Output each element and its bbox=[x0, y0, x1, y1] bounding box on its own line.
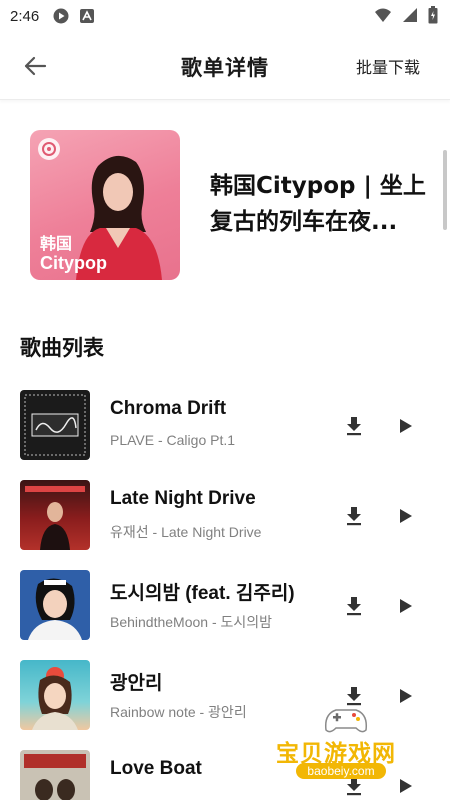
song-title: 광안리 bbox=[110, 673, 163, 694]
play-icon bbox=[400, 599, 412, 613]
battery-icon bbox=[428, 6, 438, 28]
download-button[interactable] bbox=[342, 594, 366, 618]
cover-label-line1: 韩国 bbox=[40, 234, 73, 253]
album-art bbox=[20, 750, 90, 800]
app-notification-icon bbox=[79, 8, 95, 24]
song-title: 도시의밤 (feat. 김주리) bbox=[110, 583, 295, 604]
download-icon bbox=[347, 597, 361, 616]
signal-icon bbox=[402, 7, 418, 27]
song-row[interactable]: Chroma Drift PLAVE - Caligo Pt.1 bbox=[0, 390, 440, 480]
download-icon bbox=[347, 507, 361, 526]
watermark: 宝贝游戏网 baobeiy.com bbox=[270, 700, 430, 790]
batch-download-button[interactable]: 批量下载 bbox=[356, 54, 420, 78]
status-time: 2:46 bbox=[10, 7, 40, 25]
watermark-url: baobeiy.com bbox=[296, 763, 386, 779]
album-art bbox=[20, 660, 90, 730]
album-art bbox=[20, 570, 90, 640]
media-play-notification-icon bbox=[53, 8, 69, 24]
wifi-icon bbox=[374, 7, 392, 27]
song-artist-album: 유재선 - Late Night Drive bbox=[110, 524, 262, 540]
song-artist-album: Rainbow note - 광안리 bbox=[110, 704, 247, 720]
status-bar: 2:46 bbox=[0, 0, 450, 32]
song-row[interactable]: 도시의밤 (feat. 김주리) BehindtheMoon - 도시의밤 bbox=[0, 570, 440, 660]
play-button[interactable] bbox=[394, 594, 418, 618]
play-icon bbox=[400, 509, 412, 523]
app-header: 歌单详情 批量下载 bbox=[0, 32, 450, 100]
download-button[interactable] bbox=[342, 504, 366, 528]
song-title: Chroma Drift bbox=[110, 398, 227, 419]
music-app-logo-icon bbox=[38, 138, 60, 160]
download-icon bbox=[347, 417, 361, 436]
playlist-cover: 韩国 Citypop bbox=[30, 130, 180, 280]
play-button[interactable] bbox=[394, 504, 418, 528]
cover-label-line2: Citypop bbox=[40, 253, 107, 273]
play-icon bbox=[400, 419, 412, 433]
album-art bbox=[20, 390, 90, 460]
song-title: Love Boat bbox=[110, 758, 202, 779]
song-artist-album: BehindtheMoon - 도시의밤 bbox=[110, 614, 273, 630]
scrollbar[interactable] bbox=[443, 150, 447, 230]
playlist-title: 韩国Citypop | 坐上复古的列车在夜... bbox=[210, 173, 426, 235]
gamepad-logo-icon bbox=[324, 709, 368, 733]
song-list-heading: 歌曲列表 bbox=[20, 336, 104, 360]
album-art bbox=[20, 480, 90, 550]
play-button[interactable] bbox=[394, 414, 418, 438]
song-artist-album: PLAVE - Caligo Pt.1 bbox=[110, 432, 236, 448]
song-row[interactable]: Late Night Drive 유재선 - Late Night Drive bbox=[0, 480, 440, 570]
download-button[interactable] bbox=[342, 414, 366, 438]
song-title: Late Night Drive bbox=[110, 488, 256, 509]
